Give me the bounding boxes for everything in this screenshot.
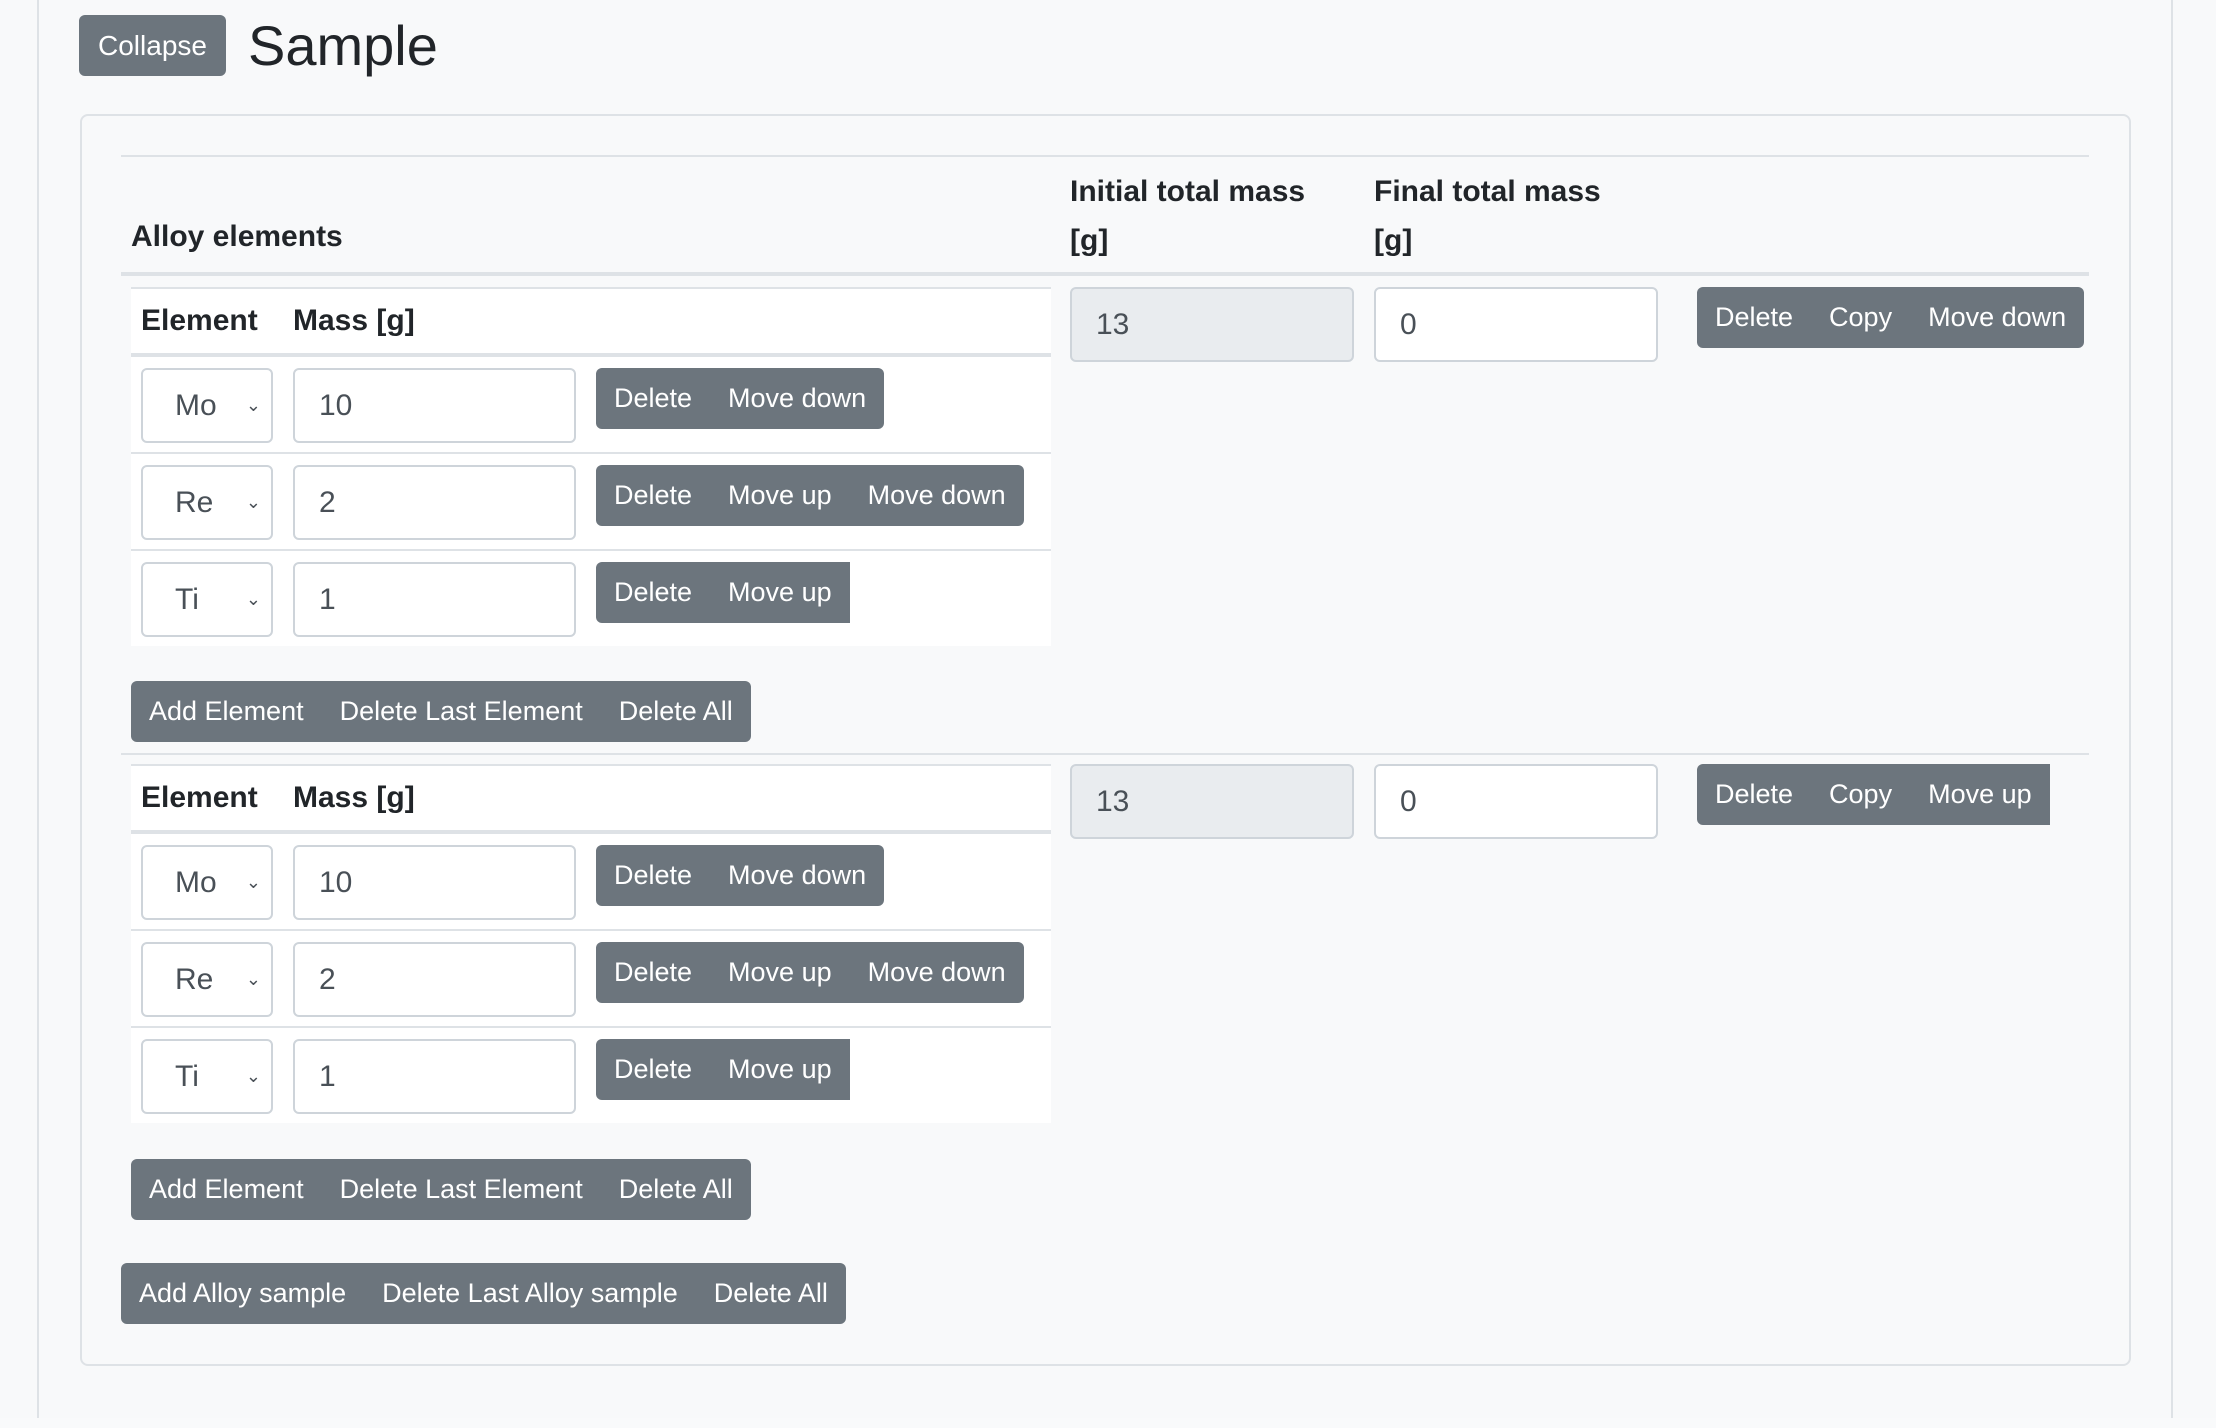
delete-element-button[interactable]: Delete: [596, 562, 711, 623]
section-title: Sample: [248, 14, 438, 77]
sample-divider: [121, 753, 2089, 755]
element-list-actions: Add Element Delete Last Element Delete A…: [131, 681, 751, 742]
element-row-actions: Delete Move up: [596, 1039, 850, 1100]
chevron-down-icon: ⌄: [245, 589, 261, 609]
element-select[interactable]: Ti ⌄: [141, 1039, 273, 1114]
delete-sample-button[interactable]: Delete: [1697, 287, 1812, 348]
element-list-actions: Add Element Delete Last Element Delete A…: [131, 1159, 751, 1220]
move-down-sample-button[interactable]: Move down: [1910, 287, 2085, 348]
move-up-button[interactable]: Move up: [710, 1039, 850, 1100]
move-up-button[interactable]: Move up: [710, 465, 850, 526]
add-element-button[interactable]: Add Element: [131, 681, 322, 742]
delete-all-elements-button[interactable]: Delete All: [600, 681, 751, 742]
element-column-header: Element: [141, 781, 258, 814]
element-row: Re ⌄ 2 Delete Move up Move down: [131, 931, 1051, 1028]
element-list-button-group: Add Element Delete Last Element Delete A…: [131, 1159, 751, 1220]
initial-total-mass-label: Initial total mass: [1070, 175, 1306, 208]
element-select[interactable]: Ti ⌄: [141, 562, 273, 637]
element-row-actions: Delete Move down: [596, 368, 885, 429]
mass-input[interactable]: 1: [293, 562, 576, 637]
mass-input[interactable]: 2: [293, 465, 576, 540]
element-list-button-group: Add Element Delete Last Element Delete A…: [131, 681, 751, 742]
move-down-button[interactable]: Move down: [710, 368, 885, 429]
delete-last-alloy-sample-button[interactable]: Delete Last Alloy sample: [364, 1263, 696, 1324]
column-header-initial-total-mass: Initial total mass [g]: [1070, 167, 1305, 265]
element-table-header: Element Mass [g]: [131, 766, 1051, 834]
delete-element-button[interactable]: Delete: [596, 1039, 711, 1100]
chevron-down-icon: ⌄: [245, 969, 261, 989]
element-row-actions: Delete Move down: [596, 845, 885, 906]
final-total-mass-unit: [g]: [1374, 224, 1413, 257]
element-select[interactable]: Mo ⌄: [141, 368, 273, 443]
collapse-button[interactable]: Collapse: [79, 15, 226, 76]
mass-column-header: Mass [g]: [293, 781, 415, 814]
element-column-header: Element: [141, 304, 258, 337]
column-header-divider: [121, 272, 2089, 276]
mass-input[interactable]: 10: [293, 845, 576, 920]
delete-element-button[interactable]: Delete: [596, 465, 711, 526]
mass-column-header: Mass [g]: [293, 304, 415, 337]
element-table: Element Mass [g] Mo ⌄ 10 Delete Move down…: [131, 287, 1051, 646]
element-select[interactable]: Re ⌄: [141, 465, 273, 540]
table-top-border: [121, 155, 2089, 157]
initial-total-mass-field[interactable]: 13: [1070, 764, 1354, 839]
alloy-sample-actions: Add Alloy sample Delete Last Alloy sampl…: [121, 1263, 846, 1324]
alloy-sample-button-group: Add Alloy sample Delete Last Alloy sampl…: [121, 1263, 846, 1324]
bottom-strip: [0, 1418, 2216, 1428]
delete-element-button[interactable]: Delete: [596, 368, 711, 429]
final-total-mass-label: Final total mass: [1374, 175, 1601, 208]
element-select[interactable]: Mo ⌄: [141, 845, 273, 920]
page: Collapse Sample Alloy elements Initial t…: [0, 0, 2216, 1428]
container-right-border: [2171, 0, 2173, 1418]
move-up-button[interactable]: Move up: [710, 942, 850, 1003]
delete-last-element-button[interactable]: Delete Last Element: [321, 681, 601, 742]
add-element-button[interactable]: Add Element: [131, 1159, 322, 1220]
section-header: Collapse Sample: [79, 15, 438, 76]
delete-all-alloy-samples-button[interactable]: Delete All: [695, 1263, 846, 1324]
final-total-mass-input[interactable]: 0: [1374, 287, 1658, 362]
element-row: Ti ⌄ 1 Delete Move up: [131, 1028, 1051, 1123]
delete-element-button[interactable]: Delete: [596, 942, 711, 1003]
move-down-button[interactable]: Move down: [710, 845, 885, 906]
mass-input[interactable]: 1: [293, 1039, 576, 1114]
copy-sample-button[interactable]: Copy: [1811, 764, 1911, 825]
element-row-actions: Delete Move up Move down: [596, 942, 1024, 1003]
sample-actions: Delete Copy Move up: [1697, 764, 2050, 825]
chevron-down-icon: ⌄: [245, 492, 261, 512]
mass-input[interactable]: 10: [293, 368, 576, 443]
move-up-button[interactable]: Move up: [710, 562, 850, 623]
element-row-actions: Delete Move up: [596, 562, 850, 623]
initial-total-mass-field[interactable]: 13: [1070, 287, 1354, 362]
element-row: Mo ⌄ 10 Delete Move down: [131, 357, 1051, 454]
delete-last-element-button[interactable]: Delete Last Element: [321, 1159, 601, 1220]
delete-element-button[interactable]: Delete: [596, 845, 711, 906]
element-row: Ti ⌄ 1 Delete Move up: [131, 551, 1051, 646]
element-table: Element Mass [g] Mo ⌄ 10 Delete Move down…: [131, 764, 1051, 1123]
move-up-sample-button[interactable]: Move up: [1910, 764, 2050, 825]
chevron-down-icon: ⌄: [245, 395, 261, 415]
move-down-button[interactable]: Move down: [849, 465, 1024, 526]
sample-actions: Delete Copy Move down: [1697, 287, 2085, 348]
element-row-actions: Delete Move up Move down: [596, 465, 1024, 526]
add-alloy-sample-button[interactable]: Add Alloy sample: [121, 1263, 365, 1324]
element-select[interactable]: Re ⌄: [141, 942, 273, 1017]
move-down-button[interactable]: Move down: [849, 942, 1024, 1003]
initial-total-mass-unit: [g]: [1070, 224, 1109, 257]
delete-sample-button[interactable]: Delete: [1697, 764, 1812, 825]
final-total-mass-input[interactable]: 0: [1374, 764, 1658, 839]
container-left-border: [37, 0, 39, 1418]
column-header-final-total-mass: Final total mass [g]: [1374, 167, 1601, 265]
element-row: Mo ⌄ 10 Delete Move down: [131, 834, 1051, 931]
element-table-header: Element Mass [g]: [131, 289, 1051, 357]
chevron-down-icon: ⌄: [245, 1066, 261, 1086]
element-row: Re ⌄ 2 Delete Move up Move down: [131, 454, 1051, 551]
copy-sample-button[interactable]: Copy: [1811, 287, 1911, 348]
column-header-alloy-elements: Alloy elements: [131, 220, 343, 253]
mass-input[interactable]: 2: [293, 942, 576, 1017]
chevron-down-icon: ⌄: [245, 872, 261, 892]
delete-all-elements-button[interactable]: Delete All: [600, 1159, 751, 1220]
